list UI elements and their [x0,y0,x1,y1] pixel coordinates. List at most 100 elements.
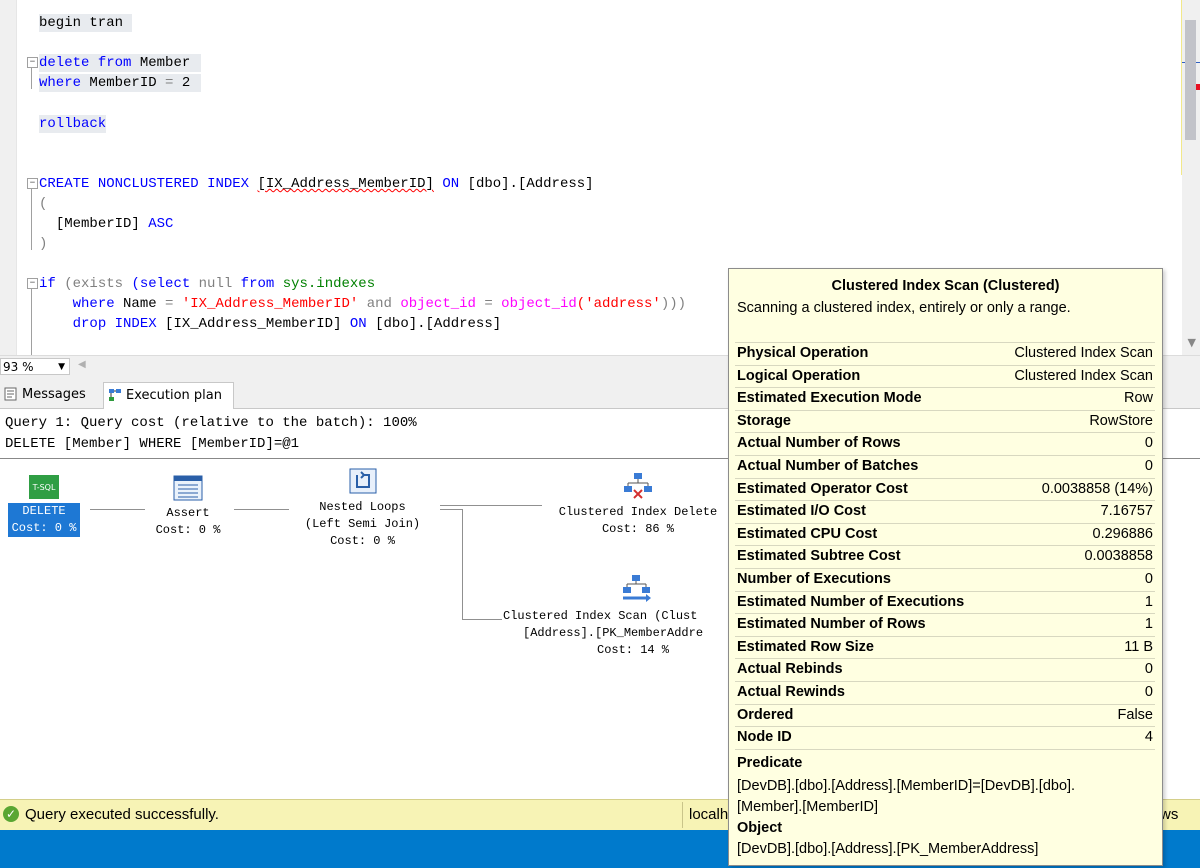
property-value: 4 [1144,729,1153,746]
predicate-label: Predicate [737,755,803,771]
code-token: (exists [64,276,124,292]
plan-node-name: Clustered Index Delete [558,505,718,519]
property-value: Clustered Index Scan [1014,345,1153,361]
plan-node-cost: Cost: 14 % [597,643,670,657]
code-token: Name [123,296,157,312]
code-token: ASC [148,216,174,232]
tab-execution-plan[interactable]: Execution plan [103,382,234,409]
property-key: Estimated CPU Cost [737,525,878,542]
scroll-left-arrow-icon[interactable]: ◀ [78,359,86,370]
property-key: Node ID [737,729,792,746]
query-cost-header: Query 1: Query cost (relative to the bat… [5,415,417,431]
tooltip-property-row: Actual Rewinds 0 [735,682,1155,705]
code-token: and [366,296,392,312]
property-key: Estimated Row Size [737,638,874,655]
property-value: 0 [1144,683,1153,700]
tooltip-property-row: Estimated I/O Cost 7.16757 [735,501,1155,524]
property-value: 0.0038858 (14%) [1041,480,1153,497]
property-value: 11 B [1124,638,1153,655]
code-line-drop-index: drop INDEX [IX_Address_MemberID] ON [dbo… [39,315,502,333]
property-key: Estimated Number of Executions [737,593,965,610]
editor-outline-margin [16,0,27,355]
property-value: 0 [1144,570,1153,587]
tooltip-property-row: Estimated Row Size 11 B [735,637,1155,660]
tooltip-properties: Physical Operation Clustered Index Scan Lo… [735,342,1155,750]
plan-node-cost: Cost: 0 % [330,534,395,548]
plan-node-name: Nested Loops [319,500,406,514]
code-line-where-name: where Name = 'IX_Address_MemberID' and o… [39,295,686,313]
property-value: 0 [1144,457,1153,474]
editor-gutter [0,0,16,355]
code-token: ON [349,316,367,332]
plan-node-subname: (Left Semi Join) [304,517,421,531]
code-token: where [39,75,82,91]
fold-toggle[interactable]: − [27,278,38,289]
tooltip-property-row: Estimated Execution Mode Row [735,388,1155,411]
tooltip-property-row: Estimated Number of Executions 1 [735,592,1155,615]
property-value: 1 [1144,616,1153,633]
property-value: 7.16757 [1100,503,1153,520]
property-key: Physical Operation [737,345,869,361]
code-token: ( [39,196,48,212]
zoom-select[interactable]: 93 % ▼ [0,358,70,375]
property-value: Clustered Index Scan [1014,367,1153,384]
object-value: [DevDB].[dbo].[Address].[PK_MemberAddres… [737,841,1039,857]
code-line-delete: delete from Member [39,54,201,72]
property-value: RowStore [1089,412,1153,429]
tooltip-description: Scanning a clustered index, entirely or … [737,300,1071,316]
property-key: Estimated Execution Mode [737,390,922,407]
property-key: Actual Number of Rows [737,435,901,452]
tooltip-property-row: Estimated Subtree Cost 0.0038858 [735,546,1155,569]
code-line-where: where MemberID = 2 [39,74,201,92]
plan-node-nested-loops[interactable]: Nested Loops (Left Semi Join) Cost: 0 % [290,467,435,550]
code-line-if-exists: if (exists (select null from sys.indexes [39,275,375,293]
tab-messages[interactable]: Messages [0,382,100,407]
code-token: sys.indexes [282,276,376,292]
plan-edge [440,505,542,506]
tab-label: Messages [22,387,86,402]
code-line-close-paren: ) [39,235,47,253]
plan-node-cost: Cost: 86 % [601,522,674,536]
code-token: delete [39,55,90,71]
code-token: [IX_Address_MemberID] [257,176,434,192]
tab-label: Execution plan [126,388,222,403]
code-token: INDEX [207,176,250,192]
fold-line [31,188,32,250]
code-token: null [198,276,233,292]
plan-node-name: Assert [166,506,210,520]
property-value: Row [1123,390,1153,407]
plan-node-assert[interactable]: Assert Cost: 0 % [140,475,236,539]
object-label: Object [737,820,783,836]
chevron-down-icon: ▼ [58,362,65,372]
scroll-down-arrow-icon[interactable]: ▼ [1188,336,1196,349]
property-key: Logical Operation [737,367,861,384]
plan-node-clustered-index-delete[interactable]: Clustered Index Delete Cost: 86 % [543,472,733,538]
tooltip-property-row: Actual Number of Batches 0 [735,456,1155,479]
plan-node-clustered-index-scan[interactable]: Clustered Index Scan (Clust [Address].[P… [503,574,728,659]
code-token: ))) [660,296,687,312]
property-key: Estimated Operator Cost [737,480,908,497]
vertical-scrollbar[interactable]: ▼ [1182,0,1200,355]
code-line-column: [MemberID] ASC [39,215,174,233]
code-token: [MemberID] [55,216,140,232]
code-token: object_id [501,296,577,312]
fold-toggle[interactable]: − [27,178,38,189]
property-key: Actual Rewinds [737,683,845,700]
code-line-begin-tran: begin tran [39,14,132,32]
code-token: 'IX_Address_MemberID' [181,296,359,312]
code-token: begin tran [39,15,124,31]
plan-node-delete[interactable]: T-SQL DELETE Cost: 0 % [0,475,88,537]
fold-toggle[interactable]: − [27,57,38,68]
scroll-thumb[interactable] [1185,20,1196,140]
code-token: where [72,296,115,312]
tooltip-property-row: Actual Number of Rows 0 [735,433,1155,456]
tooltip-property-row: Logical Operation Clustered Index Scan [735,366,1155,389]
tooltip-property-row: Estimated Number of Rows 1 [735,614,1155,637]
plan-node-label: DELETE Cost: 0 % [7,503,81,537]
tooltip-property-row: Storage RowStore [735,411,1155,434]
property-key: Estimated Number of Rows [737,616,926,633]
plan-node-object: [Address].[PK_MemberAddre [523,626,704,640]
code-token: INDEX [114,316,157,332]
property-value: 0 [1144,661,1153,678]
code-line-open-paren: ( [39,195,47,213]
